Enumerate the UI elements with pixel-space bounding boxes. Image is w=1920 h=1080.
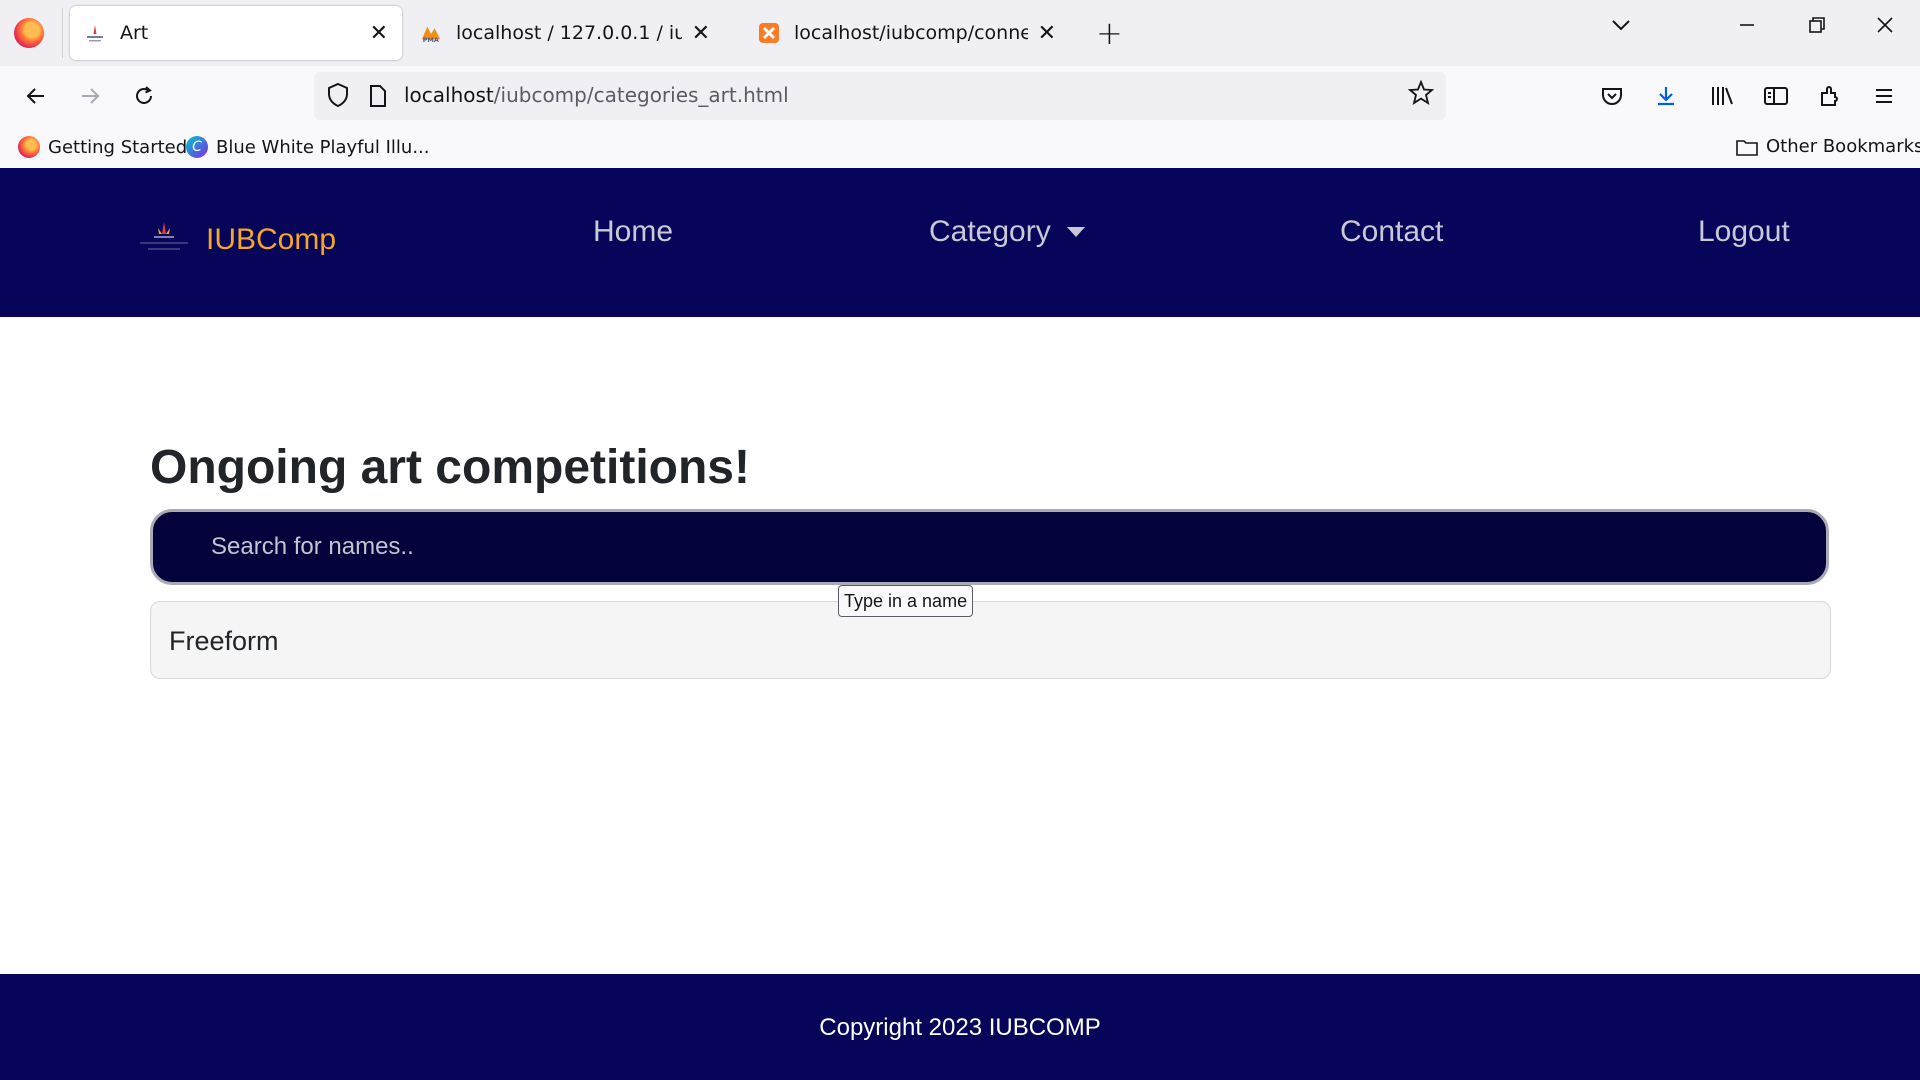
browser-toolbar: localhost/iubcomp/categories_art.html bbox=[0, 66, 1920, 128]
sidebar-icon[interactable] bbox=[1758, 78, 1794, 114]
nav-home[interactable]: Home bbox=[593, 215, 673, 249]
library-icon[interactable] bbox=[1704, 78, 1740, 114]
brand-name: IUBComp bbox=[206, 223, 337, 256]
url-path: /iubcomp/categories_art.html bbox=[493, 83, 789, 107]
site-navbar: IUBComp Home Category Contact Logout bbox=[0, 168, 1920, 317]
iub-logo-icon bbox=[84, 22, 106, 44]
pocket-icon[interactable] bbox=[1594, 78, 1630, 114]
new-tab-button[interactable]: + bbox=[1096, 16, 1123, 50]
other-bookmarks[interactable]: Other Bookmarks bbox=[1736, 136, 1920, 157]
brand-link[interactable]: IUBComp bbox=[132, 218, 336, 262]
downloads-icon[interactable] bbox=[1648, 78, 1684, 114]
close-tab-icon[interactable]: ✕ bbox=[1038, 21, 1056, 46]
bookmark-label: Blue White Playful Illu... bbox=[216, 136, 430, 158]
close-tab-icon[interactable]: ✕ bbox=[692, 21, 710, 46]
nav-category-dropdown[interactable]: Category bbox=[929, 215, 1085, 249]
xampp-icon bbox=[758, 22, 780, 44]
extensions-icon[interactable] bbox=[1812, 78, 1848, 114]
list-all-tabs-icon[interactable] bbox=[1610, 14, 1632, 42]
bookmark-blue-white[interactable]: C Blue White Playful Illu... bbox=[186, 136, 430, 158]
minimize-icon[interactable] bbox=[1736, 14, 1758, 42]
tab-strip: Art ✕ PMA localhost / 127.0.0.1 / iubcom… bbox=[0, 0, 1920, 66]
tab-title: localhost / 127.0.0.1 / iubcomp bbox=[456, 22, 682, 44]
iub-logo-icon bbox=[132, 218, 196, 262]
tab-separator bbox=[62, 8, 63, 58]
tab-connection[interactable]: localhost/iubcomp/connection.p ✕ bbox=[744, 6, 1070, 60]
bookmark-label: Getting Started bbox=[48, 136, 188, 158]
other-bookmarks-label: Other Bookmarks bbox=[1766, 136, 1920, 157]
back-icon[interactable] bbox=[16, 76, 56, 116]
bookmark-getting-started[interactable]: Getting Started bbox=[18, 136, 187, 158]
restore-icon[interactable] bbox=[1806, 14, 1828, 42]
competition-list-item[interactable]: Freeform bbox=[150, 601, 1831, 679]
search-input[interactable] bbox=[150, 509, 1829, 585]
tab-title: Art bbox=[120, 22, 149, 44]
nav-contact[interactable]: Contact bbox=[1340, 215, 1443, 249]
close-window-icon[interactable] bbox=[1874, 14, 1896, 42]
search-tooltip: Type in a name bbox=[838, 585, 974, 617]
page-title: Ongoing art competitions! bbox=[150, 441, 750, 494]
site-footer: Copyright 2023 IUBCOMP bbox=[0, 974, 1920, 1080]
close-tab-icon[interactable]: ✕ bbox=[370, 21, 388, 46]
caret-down-icon bbox=[1066, 227, 1085, 237]
tracking-protection-icon[interactable] bbox=[326, 82, 350, 112]
footer-copyright: Copyright 2023 IUBCOMP bbox=[819, 1014, 1101, 1041]
app-menu-icon[interactable] bbox=[1866, 78, 1902, 114]
url-host: localhost bbox=[404, 83, 494, 107]
folder-icon bbox=[1736, 138, 1758, 156]
tab-phpmyadmin[interactable]: PMA localhost / 127.0.0.1 / iubcomp ✕ bbox=[406, 6, 724, 60]
forward-icon[interactable] bbox=[70, 76, 110, 116]
reload-icon[interactable] bbox=[124, 76, 164, 116]
tab-art[interactable]: Art ✕ bbox=[70, 6, 402, 60]
url-bar[interactable]: localhost/iubcomp/categories_art.html bbox=[314, 72, 1446, 120]
firefox-view-icon[interactable] bbox=[14, 18, 44, 48]
bookmarks-toolbar: Getting Started C Blue White Playful Ill… bbox=[0, 128, 1920, 168]
tab-title: localhost/iubcomp/connection.p bbox=[794, 22, 1028, 44]
nav-category-label: Category bbox=[929, 215, 1051, 248]
pma-icon: PMA bbox=[420, 22, 442, 44]
bookmark-star-icon[interactable] bbox=[1407, 79, 1435, 113]
page-info-icon[interactable] bbox=[368, 84, 388, 112]
svg-text:PMA: PMA bbox=[423, 36, 439, 44]
url-text: localhost/iubcomp/categories_art.html bbox=[404, 83, 789, 107]
firefox-icon bbox=[18, 136, 40, 158]
canva-icon: C bbox=[186, 136, 208, 158]
nav-logout[interactable]: Logout bbox=[1698, 215, 1790, 249]
